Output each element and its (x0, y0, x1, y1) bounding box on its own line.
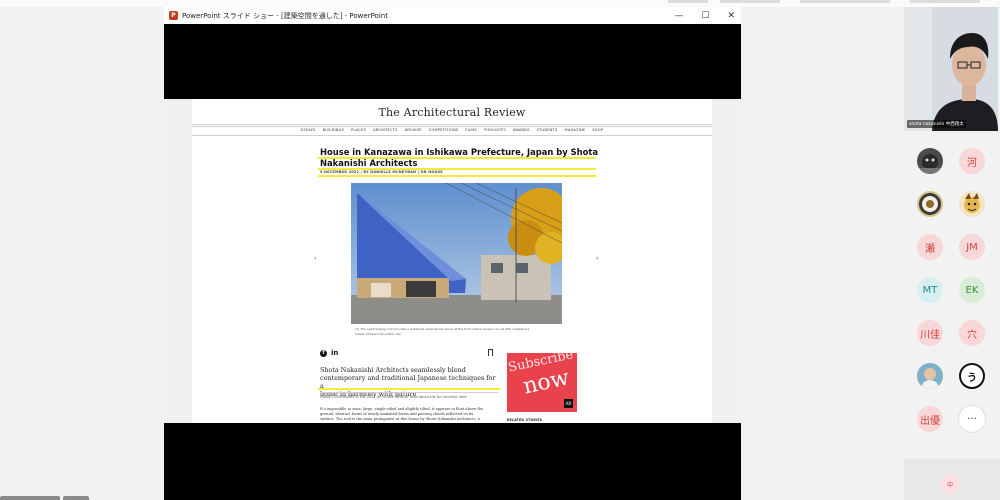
ar-logo-icon: AR (564, 399, 573, 408)
person-photo-icon[interactable] (917, 363, 943, 389)
nav-item: THOUGHTS (483, 128, 506, 132)
nav-item: ESSAYS (300, 128, 316, 132)
powerpoint-icon: P (169, 11, 178, 20)
taskbar-tab[interactable] (63, 496, 89, 500)
hero-photo (351, 183, 562, 324)
web-page-screenshot: The Architectural Review ESSAYS BUILDING… (192, 99, 712, 423)
taskbar-tab[interactable] (0, 496, 60, 500)
participant-avatar[interactable]: 出優 (917, 406, 943, 432)
participant-avatar[interactable]: 穴 (959, 320, 985, 346)
subscribe-ad[interactable]: Subscribe now AR (507, 353, 577, 412)
nav-item: PLACES (351, 128, 367, 132)
bookmark-icon[interactable] (488, 349, 493, 356)
article-body: It’s impossible to miss: large, single-s… (320, 407, 484, 422)
close-button[interactable]: ✕ (727, 11, 735, 21)
panel-toggle-button[interactable]: 中 (940, 474, 960, 494)
article-dek: Shota Nakanishi Architects seamlessly bl… (320, 366, 496, 398)
carousel-next-button[interactable]: › (596, 255, 598, 262)
emblem-photo-icon[interactable] (917, 191, 943, 217)
share-links: f in (320, 349, 338, 357)
character-photo-icon[interactable] (959, 191, 985, 217)
site-logo: The Architectural Review (378, 106, 526, 119)
site-nav: ESSAYS BUILDINGS PLACES ARCHITECTS ARCHI… (192, 128, 712, 132)
highlight-mark (318, 175, 596, 177)
maximize-button[interactable]: ☐ (701, 11, 709, 21)
related-stories-heading: RELATED STORIES (507, 418, 543, 422)
participant-name-tag: shota nakanishi 中西翔太 (907, 120, 966, 128)
nav-item: FILMS (465, 128, 477, 132)
powerpoint-window: P PowerPoint スライド ショー - [建築空間を通した] - Pow… (164, 7, 741, 500)
highlight-mark (318, 388, 500, 390)
byline: 9 DECEMBER 2021 | BY DANIELLE MCNEYBAN |… (320, 170, 443, 174)
top-strip (0, 0, 1000, 7)
window-titlebar[interactable]: P PowerPoint スライド ショー - [建築空間を通した] - Pow… (164, 7, 741, 24)
slide-content[interactable]: The Architectural Review ESSAYS BUILDING… (164, 99, 741, 423)
facebook-icon[interactable]: f (320, 349, 327, 357)
participant-avatar[interactable]: 川佳 (917, 320, 943, 346)
participant-avatar[interactable]: 河 (959, 148, 985, 174)
nav-item: STUDENTS (536, 128, 558, 132)
participant-avatar[interactable]: EK (959, 277, 985, 303)
animal-photo-icon[interactable] (917, 148, 943, 174)
participant-avatar[interactable]: JM (959, 234, 985, 260)
nav-item: ARCHIVE (404, 128, 422, 132)
window-title: PowerPoint スライド ショー - [建築空間を通した] - Power… (182, 11, 388, 20)
minimize-button[interactable]: — (674, 11, 683, 21)
highlight-mark (318, 157, 596, 159)
nav-item: COMPETITIONS (428, 128, 459, 132)
participant-avatar[interactable]: う (959, 363, 985, 389)
participant-avatar[interactable]: 瀬 (917, 234, 943, 260)
linkedin-icon[interactable]: in (331, 349, 338, 357)
nav-item: BUILDINGS (322, 128, 345, 132)
more-icon[interactable]: ··· (959, 406, 985, 432)
nav-item: MAGAZINE (564, 128, 586, 132)
speaker-video-image (904, 7, 998, 131)
nav-item: ARCHITECTS (373, 128, 398, 132)
article-intro: Highly Commended in the 2021 AR House aw… (320, 395, 467, 399)
nav-item: AWARDS (512, 128, 530, 132)
nav-item: SHOP (592, 128, 604, 132)
carousel-prev-button[interactable]: ‹ (314, 255, 316, 262)
participant-avatar[interactable]: MT (917, 277, 943, 303)
speaker-video-tile[interactable]: shota nakanishi 中西翔太 (904, 7, 998, 131)
article-headline: House in Kanazawa in Ishikawa Prefecture… (318, 147, 600, 170)
photo-caption: (1) The overhanging roof provides a shel… (355, 327, 530, 336)
